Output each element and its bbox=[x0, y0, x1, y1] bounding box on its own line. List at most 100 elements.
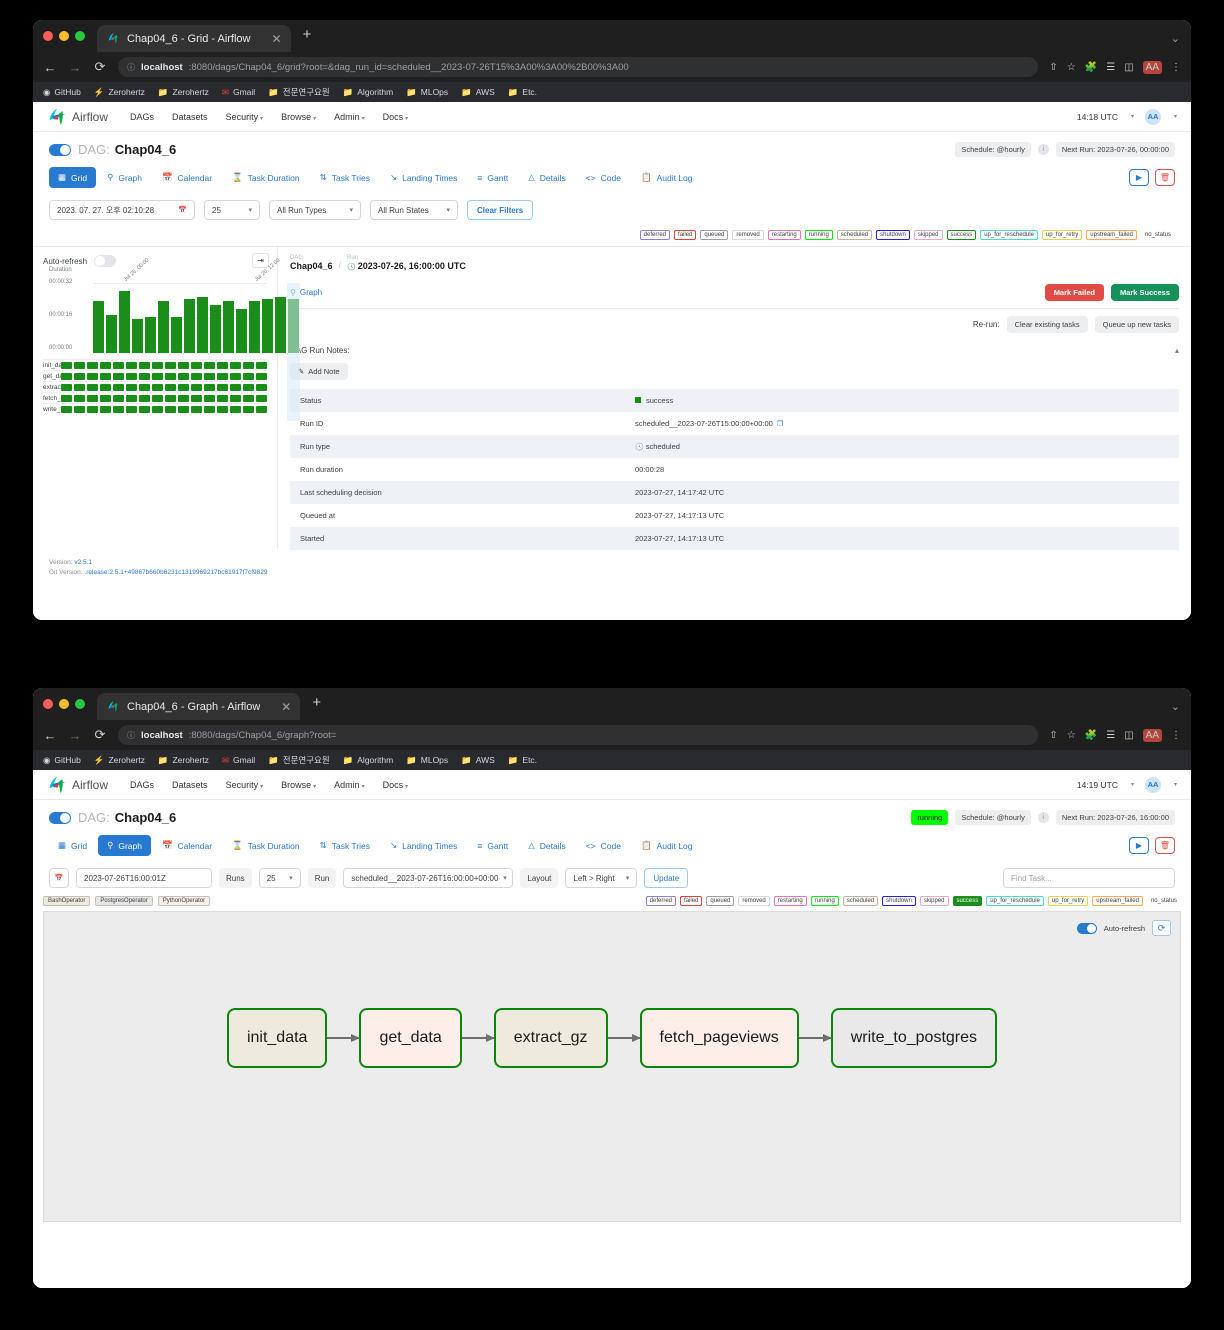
tab-code[interactable]: <> Code bbox=[577, 168, 630, 188]
nav-item-browse[interactable]: Browse ▾ bbox=[281, 780, 316, 790]
chrome-menu-icon[interactable]: ⋮ bbox=[1171, 62, 1181, 73]
airflow-logo[interactable]: Airflow bbox=[47, 107, 108, 127]
task-instance-cell[interactable] bbox=[126, 361, 137, 369]
dag-pause-toggle[interactable] bbox=[49, 143, 71, 156]
bookmark-star-icon[interactable]: ☆ bbox=[1067, 62, 1076, 73]
task-instance-cell[interactable] bbox=[61, 383, 72, 391]
new-tab-button[interactable]: + bbox=[300, 694, 331, 715]
legend-up-for-retry[interactable]: up_for_retry bbox=[1047, 896, 1089, 906]
url-input[interactable]: ⓘ localhost :8080/dags/Chap04_6/grid?roo… bbox=[118, 57, 1039, 77]
dag-node-write-to-postgres[interactable]: write_to_postgres bbox=[830, 1008, 998, 1068]
task-instance-cell[interactable] bbox=[61, 394, 72, 402]
sidepanel-icon[interactable]: ◫ bbox=[1124, 730, 1133, 741]
task-instance-cell[interactable] bbox=[139, 372, 150, 380]
tab-task-duration[interactable]: ⌛ Task Duration bbox=[223, 167, 309, 188]
task-instance-cell[interactable] bbox=[230, 405, 241, 413]
task-instance-cell[interactable] bbox=[165, 405, 176, 413]
bookmark-folder-aws[interactable]: 📁 AWS bbox=[461, 755, 495, 766]
bookmark-folder-research[interactable]: 📁 전문연구요원 bbox=[268, 86, 330, 98]
legend-queued[interactable]: queued bbox=[706, 896, 735, 906]
browser-tab[interactable]: Chap04_6 - Grid - Airflow ✕ bbox=[97, 25, 291, 52]
task-instance-cell[interactable] bbox=[178, 372, 189, 380]
legend-deferred[interactable]: deferred bbox=[645, 896, 677, 906]
duration-bar[interactable] bbox=[106, 315, 117, 353]
base-date-input[interactable]: 2023. 07. 27. 오후 02:10:28 📅 bbox=[49, 200, 195, 220]
task-instance-cell[interactable] bbox=[217, 405, 228, 413]
legend-running[interactable]: running bbox=[804, 230, 833, 240]
task-instance-cell[interactable] bbox=[100, 383, 111, 391]
tab-audit-log[interactable]: 📋 Audit Log bbox=[632, 835, 702, 856]
maximize-window-button[interactable] bbox=[75, 699, 85, 709]
task-instance-cell[interactable] bbox=[178, 361, 189, 369]
dag-node-fetch-pageviews[interactable]: fetch_pageviews bbox=[639, 1008, 799, 1068]
task-instance-cell[interactable] bbox=[178, 383, 189, 391]
task-instance-cell[interactable] bbox=[74, 361, 85, 369]
task-instance-cell[interactable] bbox=[100, 372, 111, 380]
tab-task-tries[interactable]: ⇅ Task Tries bbox=[311, 835, 379, 856]
nav-item-dags[interactable]: DAGs bbox=[130, 112, 154, 122]
task-instance-cell[interactable] bbox=[204, 394, 215, 402]
bookmark-folder-research[interactable]: 📁 전문연구요원 bbox=[268, 754, 330, 766]
task-name-label[interactable]: init_data bbox=[43, 362, 61, 369]
duration-bar[interactable] bbox=[197, 297, 208, 353]
operator-badge-python[interactable]: PythonOperator bbox=[157, 896, 211, 906]
git-value[interactable]: .release:2.5.1+49867b660b6231c1319969217… bbox=[84, 569, 267, 576]
legend-scheduled[interactable]: scheduled bbox=[842, 896, 879, 906]
bookmark-folder-mlops[interactable]: 📁 MLOps bbox=[406, 755, 448, 766]
airflow-logo[interactable]: Airflow bbox=[47, 775, 108, 795]
duration-bar[interactable] bbox=[210, 305, 221, 353]
bookmark-folder-aws[interactable]: 📁 AWS bbox=[461, 87, 495, 98]
task-instance-cell[interactable] bbox=[191, 361, 202, 369]
auto-refresh-toggle[interactable] bbox=[94, 255, 117, 267]
task-instance-cell[interactable] bbox=[243, 394, 254, 402]
profile-avatar[interactable]: AA bbox=[1142, 728, 1162, 742]
auto-refresh-toggle[interactable] bbox=[1076, 922, 1097, 934]
url-input[interactable]: ⓘ localhost :8080/dags/Chap04_6/graph?ro… bbox=[118, 725, 1039, 745]
legend-shutdown[interactable]: shutdown bbox=[882, 896, 916, 906]
tab-task-tries[interactable]: ⇅ Task Tries bbox=[311, 167, 379, 188]
nav-item-security[interactable]: Security ▾ bbox=[226, 112, 264, 122]
legend-skipped[interactable]: skipped bbox=[913, 230, 943, 240]
task-row[interactable]: init_data bbox=[43, 359, 267, 370]
task-instance-cell[interactable] bbox=[152, 361, 163, 369]
reload-icon[interactable]: ⟳ bbox=[93, 727, 107, 743]
find-task-input[interactable]: Find Task... bbox=[1003, 868, 1175, 888]
dag-node-extract-gz[interactable]: extract_gz bbox=[493, 1008, 608, 1068]
task-instance-cell[interactable] bbox=[100, 405, 111, 413]
nav-item-docs[interactable]: Docs ▾ bbox=[383, 112, 409, 122]
delete-dag-button[interactable]: 🗑 bbox=[1155, 169, 1175, 186]
tab-grid[interactable]: ▦ Grid bbox=[49, 835, 96, 856]
back-icon[interactable]: ← bbox=[43, 60, 57, 75]
task-instance-cell[interactable] bbox=[113, 372, 124, 380]
task-instance-cell[interactable] bbox=[87, 405, 98, 413]
tab-gantt[interactable]: ≡ Gantt bbox=[468, 168, 517, 188]
trigger-dag-button[interactable]: ▶ bbox=[1129, 837, 1149, 854]
duration-bar[interactable] bbox=[288, 299, 299, 353]
legend-up-for-reschedule[interactable]: up_for_reschedule bbox=[986, 896, 1044, 906]
task-instance-cell[interactable] bbox=[230, 372, 241, 380]
task-instance-cell[interactable] bbox=[74, 372, 85, 380]
reading-list-icon[interactable]: ☰ bbox=[1106, 62, 1115, 73]
close-window-button[interactable] bbox=[43, 699, 53, 709]
maximize-window-button[interactable] bbox=[75, 31, 85, 41]
task-instance-cell[interactable] bbox=[217, 372, 228, 380]
task-instance-cell[interactable] bbox=[178, 405, 189, 413]
task-instance-cell[interactable] bbox=[204, 372, 215, 380]
update-button[interactable]: Update bbox=[644, 868, 689, 888]
task-instance-cell[interactable] bbox=[126, 394, 137, 402]
duration-bar[interactable] bbox=[275, 297, 286, 353]
task-instance-cell[interactable] bbox=[217, 394, 228, 402]
legend-queued[interactable]: queued bbox=[700, 230, 729, 240]
task-instance-cell[interactable] bbox=[204, 361, 215, 369]
task-row[interactable]: write_to_postgres bbox=[43, 403, 267, 414]
new-tab-button[interactable]: + bbox=[291, 26, 322, 47]
bookmark-star-icon[interactable]: ☆ bbox=[1067, 730, 1076, 741]
task-instance-cell[interactable] bbox=[100, 394, 111, 402]
info-icon[interactable]: i bbox=[1037, 144, 1049, 155]
task-instance-cell[interactable] bbox=[191, 383, 202, 391]
task-name-label[interactable]: fetch_pageviews bbox=[43, 395, 61, 402]
clear-filters-button[interactable]: Clear Filters bbox=[467, 200, 534, 220]
dag-node-get-data[interactable]: get_data bbox=[359, 1008, 462, 1068]
chrome-menu-icon[interactable]: ⋮ bbox=[1171, 730, 1181, 741]
task-row[interactable]: fetch_pageviews bbox=[43, 392, 267, 403]
